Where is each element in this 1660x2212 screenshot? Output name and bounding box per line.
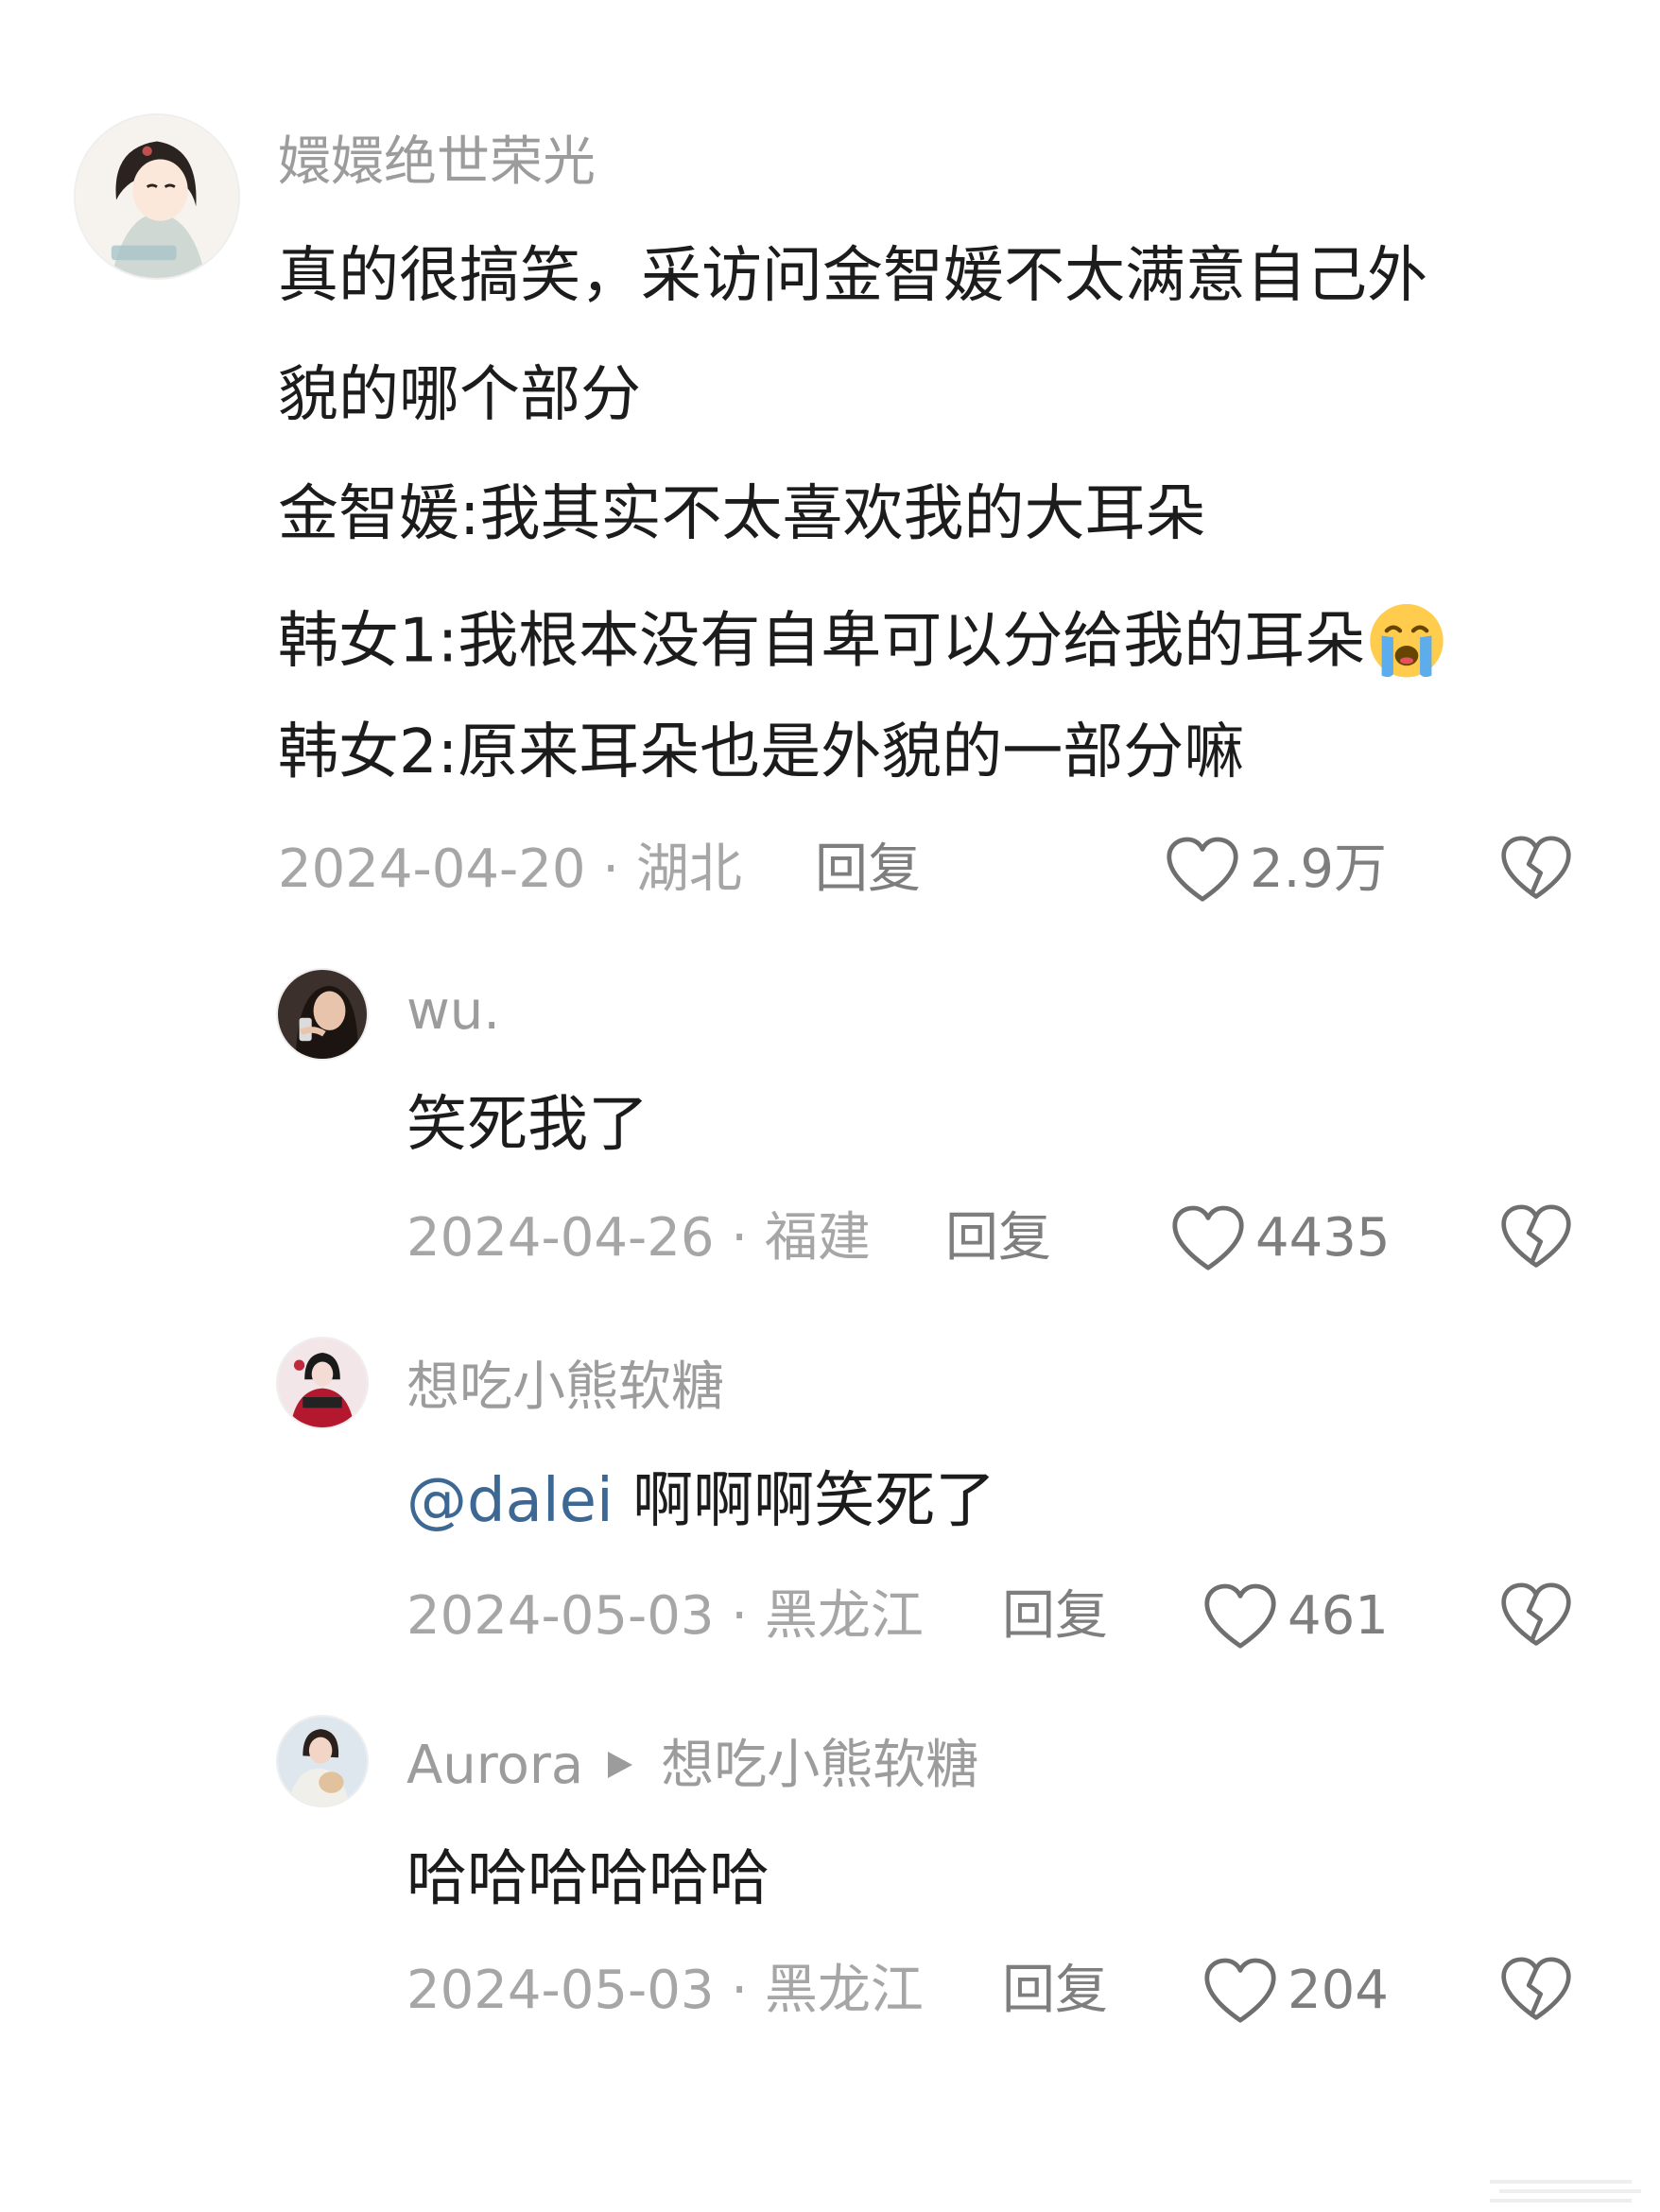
reply-text: 哈哈哈哈哈哈 bbox=[406, 1844, 769, 1914]
heart-outline-icon bbox=[1167, 837, 1238, 902]
mention-link[interactable]: @dalei bbox=[406, 1466, 614, 1536]
comment-username[interactable]: 嬛嬛绝世荣光 bbox=[278, 136, 596, 189]
comment-text-segment: 韩女1:我根本没有自卑可以分给我的耳朵 bbox=[278, 606, 1366, 677]
reply-username[interactable]: Aurora bbox=[406, 1735, 583, 1796]
reply-header: Aurora 想吃小熊软糖 bbox=[406, 1739, 978, 1792]
broken-heart-icon[interactable] bbox=[1499, 1581, 1573, 1649]
like-button[interactable]: 204 bbox=[1202, 1953, 1389, 2029]
like-count: 4435 bbox=[1255, 1207, 1391, 1269]
like-button[interactable]: 2.9万 bbox=[1165, 832, 1387, 907]
like-count: 204 bbox=[1288, 1960, 1389, 2021]
watermark-graphic bbox=[1490, 2180, 1641, 2203]
like-button[interactable]: 461 bbox=[1202, 1579, 1389, 1654]
broken-heart-icon[interactable] bbox=[1499, 1202, 1573, 1270]
reply-button[interactable]: 回复 bbox=[1002, 1590, 1108, 1643]
reply-username[interactable]: wu. bbox=[406, 985, 500, 1038]
avatar[interactable] bbox=[276, 968, 369, 1061]
reply-text: @dalei 啊啊啊笑死了 bbox=[406, 1471, 995, 1531]
comment-date-location: 2024-04-20 · 湖北 bbox=[278, 838, 742, 900]
like-button[interactable]: 4435 bbox=[1170, 1201, 1391, 1276]
heart-outline-icon bbox=[1204, 1958, 1276, 2023]
heart-outline-icon bbox=[1204, 1583, 1276, 1649]
comment-text-line: 真的很搞笑，采访问金智媛不太满意自己外 bbox=[278, 241, 1427, 311]
broken-heart-icon[interactable] bbox=[1499, 834, 1573, 902]
comment-text-line-with-emoji: 韩女1:我根本没有自卑可以分给我的耳朵 bbox=[278, 603, 1448, 686]
reply-to-arrow-icon bbox=[608, 1751, 633, 1778]
reply-button[interactable]: 回复 bbox=[815, 843, 921, 896]
avatar[interactable] bbox=[276, 1715, 369, 1807]
reply-username[interactable]: 想吃小熊软糖 bbox=[406, 1361, 724, 1414]
reply-button[interactable]: 回复 bbox=[945, 1212, 1051, 1265]
like-count: 461 bbox=[1288, 1585, 1389, 1647]
reply-date-location: 2024-04-26 · 福建 bbox=[406, 1207, 871, 1269]
heart-outline-icon bbox=[1172, 1205, 1244, 1270]
reply-text-segment: 啊啊啊笑死了 bbox=[613, 1466, 996, 1536]
like-count: 2.9万 bbox=[1250, 838, 1388, 900]
reply-date-location: 2024-05-03 · 黑龙江 bbox=[406, 1960, 924, 2021]
broken-heart-icon[interactable] bbox=[1499, 1955, 1573, 2023]
reply-target-username[interactable]: 想吃小熊软糖 bbox=[661, 1735, 978, 1796]
avatar[interactable] bbox=[74, 113, 240, 280]
comment-text-line: 貌的哪个部分 bbox=[278, 360, 641, 430]
crying-face-emoji-icon bbox=[1370, 604, 1444, 678]
comment-text-line: 金智媛:我其实不太喜欢我的大耳朵 bbox=[278, 479, 1206, 549]
reply-text: 笑死我了 bbox=[406, 1090, 648, 1160]
reply-button[interactable]: 回复 bbox=[1002, 1964, 1108, 2017]
comment-text-line: 韩女2:原来耳朵也是外貌的一部分嘛 bbox=[278, 717, 1245, 787]
reply-date-location: 2024-05-03 · 黑龙江 bbox=[406, 1585, 924, 1647]
avatar[interactable] bbox=[276, 1337, 369, 1429]
